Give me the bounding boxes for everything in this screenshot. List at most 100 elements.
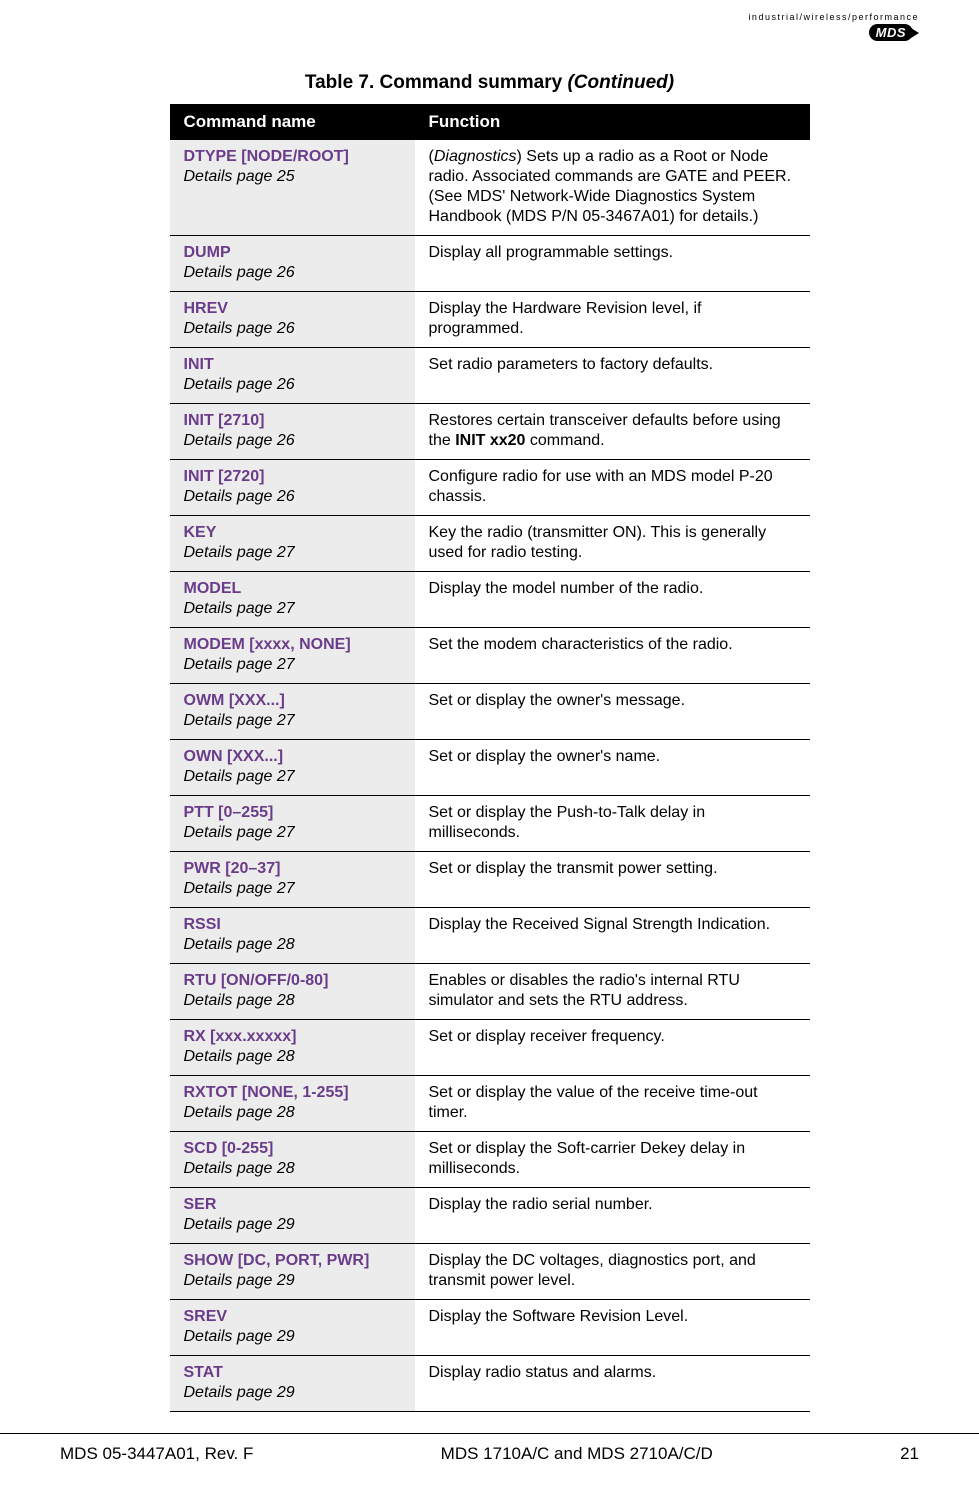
command-details-page: Details page 26 (184, 375, 401, 395)
table-row: RTU [ON/OFF/0-80]Details page 28Enables … (170, 964, 810, 1020)
brand-logo: industrial/wireless/performance MDS (748, 12, 919, 42)
command-cell: INITDetails page 26 (170, 348, 415, 404)
command-cell: DUMPDetails page 26 (170, 236, 415, 292)
function-cell: Enables or disables the radio's internal… (415, 964, 810, 1020)
command-cell: SHOW [DC, PORT, PWR]Details page 29 (170, 1244, 415, 1300)
command-name: MODEL (184, 579, 401, 599)
command-name: PWR [20–37] (184, 859, 401, 879)
command-details-page: Details page 27 (184, 711, 401, 731)
function-cell: Set or display the transmit power settin… (415, 852, 810, 908)
table-row: KEYDetails page 27Key the radio (transmi… (170, 516, 810, 572)
command-cell: STATDetails page 29 (170, 1356, 415, 1412)
command-name: SREV (184, 1307, 401, 1327)
brand-tagline: industrial/wireless/performance (748, 12, 919, 22)
command-details-page: Details page 27 (184, 823, 401, 843)
command-details-page: Details page 28 (184, 1159, 401, 1179)
function-cell: Display the model number of the radio. (415, 572, 810, 628)
table-row: HREVDetails page 26 Display the Hardware … (170, 292, 810, 348)
command-name: RX [xxx.xxxxx] (184, 1027, 401, 1047)
table-row: OWM [XXX...]Details page 27Set or displa… (170, 684, 810, 740)
function-cell: Display the Received Signal Strength Ind… (415, 908, 810, 964)
command-name: OWM [XXX...] (184, 691, 401, 711)
table-row: DUMPDetails page 26Display all programma… (170, 236, 810, 292)
command-name: PTT [0–255] (184, 803, 401, 823)
command-cell: MODEM [xxxx, NONE]Details page 27 (170, 628, 415, 684)
footer-center: MDS 1710A/C and MDS 2710A/C/D (441, 1444, 713, 1464)
command-name: DTYPE [NODE/ROOT] (184, 147, 401, 167)
function-cell: Set or display the owner's message. (415, 684, 810, 740)
command-details-page: Details page 27 (184, 879, 401, 899)
command-details-page: Details page 25 (184, 167, 401, 187)
command-cell: OWM [XXX...]Details page 27 (170, 684, 415, 740)
command-cell: KEYDetails page 27 (170, 516, 415, 572)
table-caption: Table 7. Command summary (Continued) (60, 72, 919, 94)
function-cell: Set or display the owner's name. (415, 740, 810, 796)
command-name: RXTOT [NONE, 1-255] (184, 1083, 401, 1103)
table-row: SCD [0-255]Details page 28Set or display… (170, 1132, 810, 1188)
function-cell: Set radio parameters to factory defaults… (415, 348, 810, 404)
table-row: OWN [XXX...]Details page 27Set or displa… (170, 740, 810, 796)
table-row: SERDetails page 29Display the radio seri… (170, 1188, 810, 1244)
command-name: KEY (184, 523, 401, 543)
table-row: MODELDetails page 27Display the model nu… (170, 572, 810, 628)
command-name: HREV (184, 299, 401, 319)
command-cell: RX [xxx.xxxxx]Details page 28 (170, 1020, 415, 1076)
command-name: RTU [ON/OFF/0-80] (184, 971, 401, 991)
command-name: INIT [2720] (184, 467, 401, 487)
function-cell: Restores certain transceiver defaults be… (415, 404, 810, 460)
command-name: STAT (184, 1363, 401, 1383)
command-details-page: Details page 26 (184, 263, 401, 283)
table-row: INITDetails page 26Set radio parameters … (170, 348, 810, 404)
function-cell: Set or display receiver frequency. (415, 1020, 810, 1076)
command-details-page: Details page 27 (184, 543, 401, 563)
function-cell: Display radio status and alarms. (415, 1356, 810, 1412)
page-footer: MDS 05-3447A01, Rev. F MDS 1710A/C and M… (0, 1433, 979, 1464)
mds-logo-icon: MDS (869, 24, 913, 41)
command-cell: RTU [ON/OFF/0-80]Details page 28 (170, 964, 415, 1020)
function-cell: (Diagnostics) Sets up a radio as a Root … (415, 140, 810, 236)
command-name: DUMP (184, 243, 401, 263)
command-cell: OWN [XXX...]Details page 27 (170, 740, 415, 796)
function-cell: Display the Hardware Revision level, if … (415, 292, 810, 348)
command-details-page: Details page 29 (184, 1383, 401, 1403)
table-row: INIT [2710]Details page 26 Restores certa… (170, 404, 810, 460)
command-details-page: Details page 26 (184, 319, 401, 339)
table-row: RXTOT [NONE, 1-255]Details page 28Set or… (170, 1076, 810, 1132)
footer-right: 21 (900, 1444, 919, 1464)
table-header-row: Command name Function (170, 104, 810, 140)
function-cell: Display the DC voltages, diagnostics por… (415, 1244, 810, 1300)
col-header-command: Command name (170, 104, 415, 140)
caption-prefix: Table 7. Command summary (305, 72, 568, 93)
command-cell: RSSIDetails page 28 (170, 908, 415, 964)
command-name: INIT [2710] (184, 411, 401, 431)
command-cell: RXTOT [NONE, 1-255]Details page 28 (170, 1076, 415, 1132)
command-details-page: Details page 27 (184, 599, 401, 619)
command-name: RSSI (184, 915, 401, 935)
command-details-page: Details page 29 (184, 1327, 401, 1347)
command-name: SER (184, 1195, 401, 1215)
command-cell: SCD [0-255]Details page 28 (170, 1132, 415, 1188)
command-details-page: Details page 27 (184, 655, 401, 675)
function-cell: Set or display the Soft-carrier Dekey de… (415, 1132, 810, 1188)
command-summary-table: Command name Function DTYPE [NODE/ROOT]D… (170, 104, 810, 1412)
command-details-page: Details page 29 (184, 1271, 401, 1291)
command-name: SHOW [DC, PORT, PWR] (184, 1251, 401, 1271)
command-cell: MODELDetails page 27 (170, 572, 415, 628)
function-cell: Display the Software Revision Level. (415, 1300, 810, 1356)
table-row: PWR [20–37]Details page 27Set or display… (170, 852, 810, 908)
function-cell: Display all programmable settings. (415, 236, 810, 292)
table-row: RSSIDetails page 28Display the Received … (170, 908, 810, 964)
command-details-page: Details page 26 (184, 431, 401, 451)
command-cell: PWR [20–37]Details page 27 (170, 852, 415, 908)
command-details-page: Details page 28 (184, 935, 401, 955)
footer-left: MDS 05-3447A01, Rev. F (60, 1444, 253, 1464)
function-cell: Set the modem characteristics of the rad… (415, 628, 810, 684)
table-row: SREVDetails page 29 Display the Software … (170, 1300, 810, 1356)
command-name: INIT (184, 355, 401, 375)
table-row: SHOW [DC, PORT, PWR]Details page 29Displ… (170, 1244, 810, 1300)
table-row: DTYPE [NODE/ROOT]Details page 25 (Diagnos… (170, 140, 810, 236)
function-cell: Display the radio serial number. (415, 1188, 810, 1244)
command-cell: SERDetails page 29 (170, 1188, 415, 1244)
table-row: STATDetails page 29Display radio status … (170, 1356, 810, 1412)
table-row: INIT [2720]Details page 26Configure radi… (170, 460, 810, 516)
